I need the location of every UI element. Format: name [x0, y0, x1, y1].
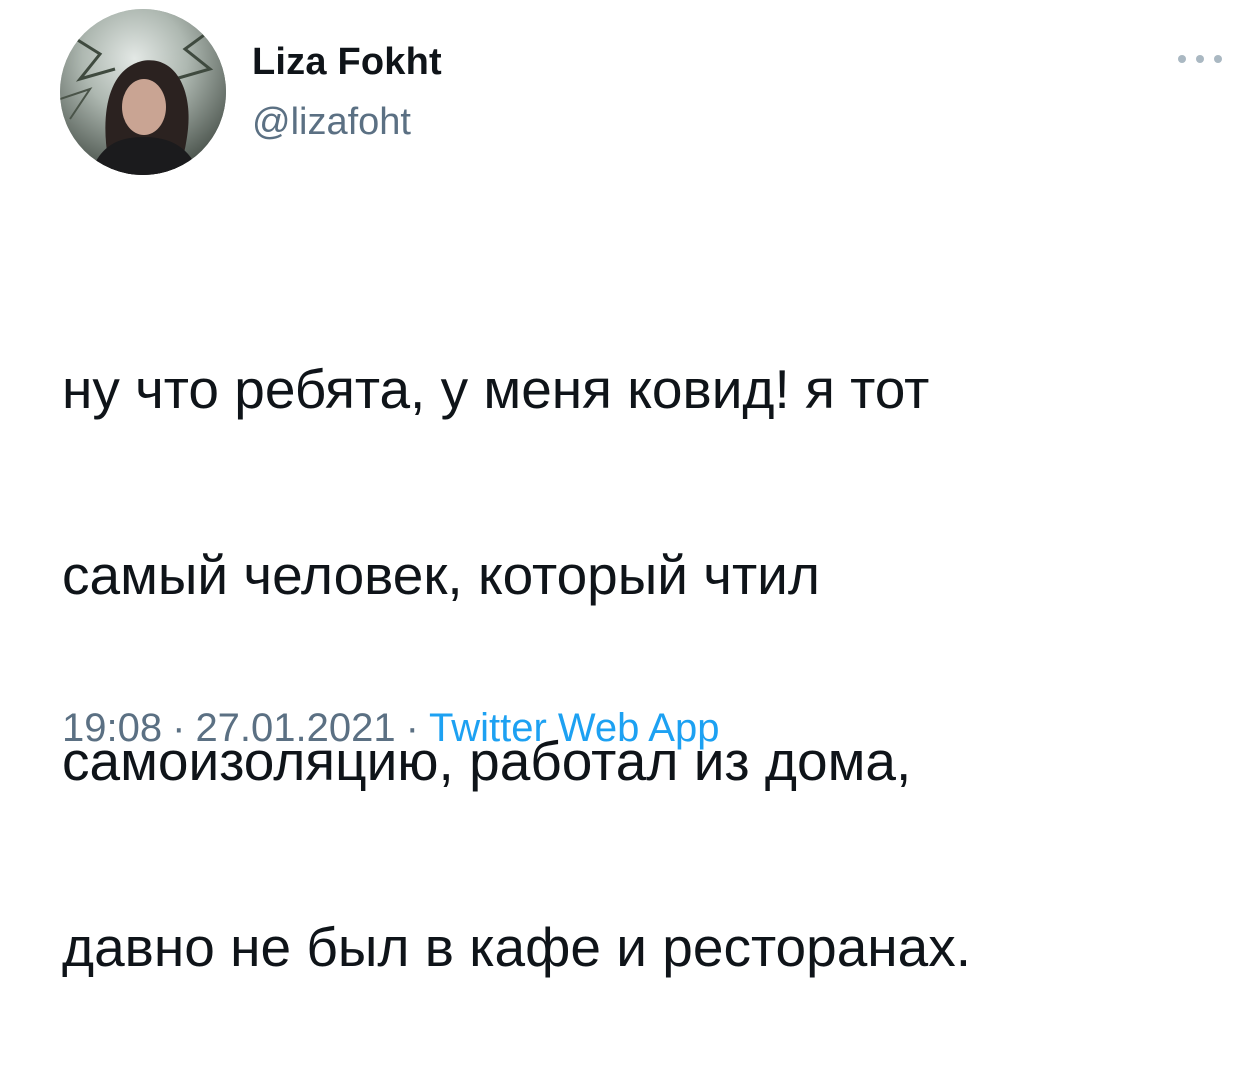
tweet-meta: 19:08 · 27.01.2021 · Twitter Web App: [62, 704, 719, 752]
tweet-time[interactable]: 19:08: [62, 706, 162, 750]
more-horizontal-icon: [1178, 55, 1186, 63]
avatar-photo: [60, 9, 226, 175]
tweet-text-line: ну что ребята, у меня ковид! я тот: [62, 358, 930, 420]
avatar[interactable]: [60, 9, 226, 175]
tweet-text: ну что ребята, у меня ковид! я тот самый…: [62, 250, 1202, 1087]
tweet-source-link[interactable]: Twitter Web App: [429, 706, 720, 750]
more-horizontal-icon: [1214, 55, 1222, 63]
meta-separator: ·: [405, 706, 419, 750]
author-handle[interactable]: @lizafoht: [252, 100, 411, 146]
tweet-card: Liza Fokht @lizafoht ну что ребята, у ме…: [0, 0, 1256, 978]
meta-separator: ·: [172, 706, 186, 750]
tweet-date[interactable]: 27.01.2021: [195, 706, 395, 750]
tweet-text-line: давно не был в кафе и ресторанах.: [62, 916, 972, 978]
more-horizontal-icon: [1196, 55, 1204, 63]
more-options-button[interactable]: [1178, 48, 1222, 70]
tweet-text-line: самый человек, который чтил: [62, 544, 820, 606]
author-display-name[interactable]: Liza Fokht: [252, 40, 442, 86]
